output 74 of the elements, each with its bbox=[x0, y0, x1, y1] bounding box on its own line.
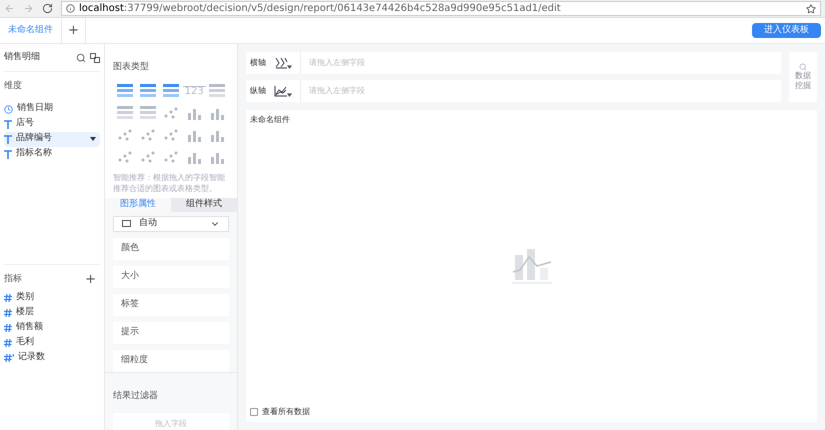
dimension-field[interactable]: 销售日期 bbox=[4, 102, 100, 116]
property-slot[interactable]: 细粒度 bbox=[113, 350, 229, 372]
count-type-icon bbox=[4, 354, 14, 362]
search-icon bbox=[799, 63, 807, 71]
property-slot[interactable]: 大小 bbox=[113, 266, 229, 288]
forward-icon[interactable] bbox=[23, 3, 34, 14]
empty-chart-icon bbox=[512, 248, 552, 284]
dimension-field[interactable]: 品牌编号 bbox=[4, 132, 100, 146]
measure-field[interactable]: 类别 bbox=[4, 290, 100, 305]
axis-label: 纵轴 bbox=[249, 85, 267, 97]
dashboard-button[interactable]: 进入仪表板 bbox=[752, 23, 821, 38]
chart-type-icon[interactable] bbox=[140, 150, 156, 164]
section-title: 维度 bbox=[4, 80, 23, 93]
chart-type-icon[interactable] bbox=[162, 106, 179, 120]
info-icon bbox=[66, 4, 75, 13]
text-type-icon bbox=[4, 134, 12, 144]
chart-type-icon[interactable] bbox=[140, 128, 156, 142]
property-slot[interactable]: 颜色 bbox=[113, 238, 229, 260]
shape-select[interactable]: 自动 bbox=[113, 216, 229, 232]
number-type-icon bbox=[4, 324, 12, 332]
url-text: localhost:37799/webroot/decision/v5/design/report/06143e74426b4c528a9d990e95c51ad1/edit bbox=[79, 2, 561, 16]
chart-type-icon[interactable] bbox=[186, 128, 202, 142]
property-slot[interactable]: 标签 bbox=[113, 294, 229, 316]
chart-type-icon[interactable] bbox=[186, 150, 202, 164]
axis-label: 横轴 bbox=[249, 57, 267, 69]
chart-type-icon[interactable] bbox=[162, 150, 179, 164]
dimension-field[interactable]: 指标名称 bbox=[4, 146, 100, 162]
chart-type-icon[interactable] bbox=[116, 150, 133, 164]
checkbox[interactable] bbox=[250, 408, 258, 416]
property-slot[interactable]: 提示 bbox=[113, 322, 229, 344]
text-type-icon bbox=[4, 150, 12, 158]
component-tab[interactable]: 未命名组件 bbox=[0, 18, 62, 43]
chart-type-icon[interactable] bbox=[116, 106, 133, 120]
area-chart-icon[interactable] bbox=[274, 85, 292, 97]
axis-type-icon[interactable] bbox=[274, 57, 292, 69]
measure-field[interactable]: 毛利 bbox=[4, 335, 100, 350]
chart-type-icon[interactable] bbox=[209, 106, 226, 120]
chart-type-icon[interactable] bbox=[162, 84, 179, 98]
chart-type-icon[interactable] bbox=[116, 128, 133, 142]
star-icon[interactable] bbox=[806, 4, 816, 14]
chart-type-icon[interactable] bbox=[140, 106, 156, 120]
add-measure-button[interactable]: + bbox=[85, 272, 100, 286]
reload-icon[interactable] bbox=[42, 3, 53, 14]
dropdown-icon[interactable] bbox=[90, 137, 96, 141]
checkbox-label: 查看所有数据 bbox=[262, 406, 310, 418]
add-tab-button[interactable]: + bbox=[62, 18, 86, 43]
chart-type-icon[interactable] bbox=[186, 106, 202, 120]
chart-type-icon[interactable] bbox=[116, 84, 133, 98]
address-bar[interactable]: localhost:37799/webroot/decision/v5/design/report/06143e74426b4c528a9d990e95c51ad1/edit bbox=[61, 1, 821, 16]
back-icon[interactable] bbox=[4, 3, 15, 14]
measure-field[interactable]: 记录数 bbox=[4, 350, 100, 365]
dimension-field[interactable]: 店号 bbox=[4, 116, 100, 132]
chart-type-icon[interactable] bbox=[162, 128, 179, 142]
canvas-title: 未命名组件 bbox=[250, 114, 291, 126]
search-icon[interactable] bbox=[76, 52, 86, 62]
number-type-icon bbox=[4, 308, 12, 316]
chart-type-icon[interactable] bbox=[209, 128, 226, 142]
dataset-title: 销售明细 bbox=[4, 50, 41, 64]
clock-icon bbox=[4, 104, 13, 114]
switch-dataset-icon[interactable] bbox=[90, 52, 100, 62]
property-tab[interactable]: 组件样式 bbox=[171, 198, 237, 212]
number-type-icon bbox=[4, 338, 12, 346]
measure-field[interactable]: 销售额 bbox=[4, 320, 100, 335]
section-title: 指标 bbox=[4, 272, 23, 286]
hint-text: 智能推荐：根据拖入的字段智能推荐合适的图表或表格类型。 bbox=[113, 172, 226, 194]
number-type-icon bbox=[4, 294, 12, 302]
section-title: 图表类型 bbox=[113, 62, 149, 72]
section-title: 结果过滤器 bbox=[113, 390, 158, 400]
chart-type-icon[interactable] bbox=[140, 84, 156, 98]
data-mining-button[interactable]: 数据挖掘 bbox=[789, 52, 817, 102]
chart-type-icon[interactable] bbox=[209, 84, 226, 98]
measure-field[interactable]: 楼层 bbox=[4, 305, 100, 320]
text-type-icon bbox=[4, 120, 12, 128]
chart-type-icon[interactable] bbox=[209, 150, 226, 164]
